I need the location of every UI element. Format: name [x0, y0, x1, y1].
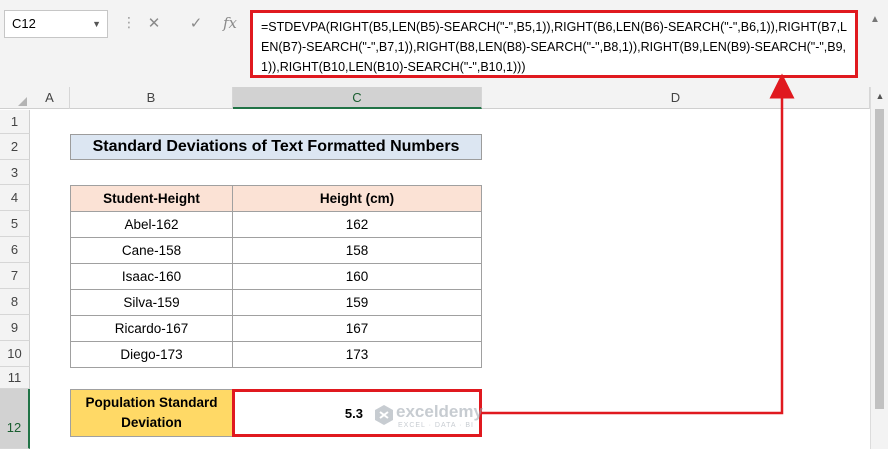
row-header-3[interactable]: 3 — [0, 160, 30, 185]
table-cell-name[interactable]: Silva-159 — [70, 289, 233, 316]
select-all-button[interactable] — [0, 87, 30, 109]
row-header-6[interactable]: 6 — [0, 237, 30, 263]
formula-expand-icon[interactable]: ▲ — [866, 10, 884, 78]
watermark-name: exceldemy — [396, 402, 483, 421]
insert-function-button[interactable]: fx — [218, 11, 242, 37]
result-value: 5.3 — [344, 405, 363, 421]
row-header-9[interactable]: 9 — [0, 315, 30, 341]
sheet-title-cell[interactable]: Standard Deviations of Text Formatted Nu… — [70, 134, 482, 160]
scroll-up-icon[interactable]: ▲ — [871, 91, 888, 101]
table-header-student-height[interactable]: Student-Height — [70, 185, 233, 212]
exceldemy-logo-icon — [375, 405, 393, 425]
table-cell-height[interactable]: 162 — [232, 211, 482, 238]
row-header-8[interactable]: 8 — [0, 289, 30, 315]
result-label-line2: Deviation — [121, 415, 182, 430]
table-cell-name[interactable]: Abel-162 — [70, 211, 233, 238]
formula-input[interactable]: =STDEVPA(RIGHT(B5,LEN(B5)-SEARCH("-",B5,… — [250, 10, 858, 78]
column-header-b[interactable]: B — [70, 87, 233, 109]
row-header-12[interactable]: 12 — [0, 389, 30, 449]
name-box[interactable]: C12 ▼ — [4, 10, 108, 38]
grip-dots-icon: ⋮ — [122, 14, 137, 30]
vertical-scrollbar[interactable]: ▲ — [870, 87, 888, 449]
result-label-cell[interactable]: Population Standard Deviation — [70, 389, 233, 437]
row-header-4[interactable]: 4 — [0, 185, 30, 211]
result-label-line1: Population Standard — [85, 395, 218, 410]
enter-icon[interactable]: ✓ — [184, 11, 208, 37]
row-header-11[interactable]: 11 — [0, 367, 30, 389]
connector-arrow — [482, 73, 795, 415]
row-header-1[interactable]: 1 — [0, 110, 30, 134]
cancel-icon[interactable]: ✕ — [142, 11, 166, 37]
table-cell-name[interactable]: Cane-158 — [70, 237, 233, 264]
table-cell-height[interactable]: 158 — [232, 237, 482, 264]
watermark-tagline: EXCEL · DATA · BI — [398, 422, 474, 429]
column-header-a[interactable]: A — [30, 87, 70, 109]
table-header-height-cm[interactable]: Height (cm) — [232, 185, 482, 212]
name-box-value: C12 — [12, 16, 36, 31]
table-cell-name[interactable]: Diego-173 — [70, 341, 233, 368]
row-header-2[interactable]: 2 — [0, 134, 30, 160]
chevron-down-icon[interactable]: ▼ — [92, 19, 101, 29]
table-cell-height[interactable]: 159 — [232, 289, 482, 316]
table-cell-height[interactable]: 160 — [232, 263, 482, 290]
watermark-logo: exceldemy EXCEL · DATA · BI — [374, 402, 524, 432]
scrollbar-thumb[interactable] — [875, 109, 884, 409]
row-header-10[interactable]: 10 — [0, 341, 30, 367]
column-header-d[interactable]: D — [482, 87, 870, 109]
table-cell-name[interactable]: Ricardo-167 — [70, 315, 233, 342]
row-header-5[interactable]: 5 — [0, 211, 30, 237]
table-cell-height[interactable]: 173 — [232, 341, 482, 368]
column-header-c[interactable]: C — [233, 87, 482, 109]
table-cell-name[interactable]: Isaac-160 — [70, 263, 233, 290]
table-cell-height[interactable]: 167 — [232, 315, 482, 342]
row-header-7[interactable]: 7 — [0, 263, 30, 289]
column-header-bar: A B C D — [0, 87, 870, 109]
select-all-icon — [18, 97, 27, 106]
